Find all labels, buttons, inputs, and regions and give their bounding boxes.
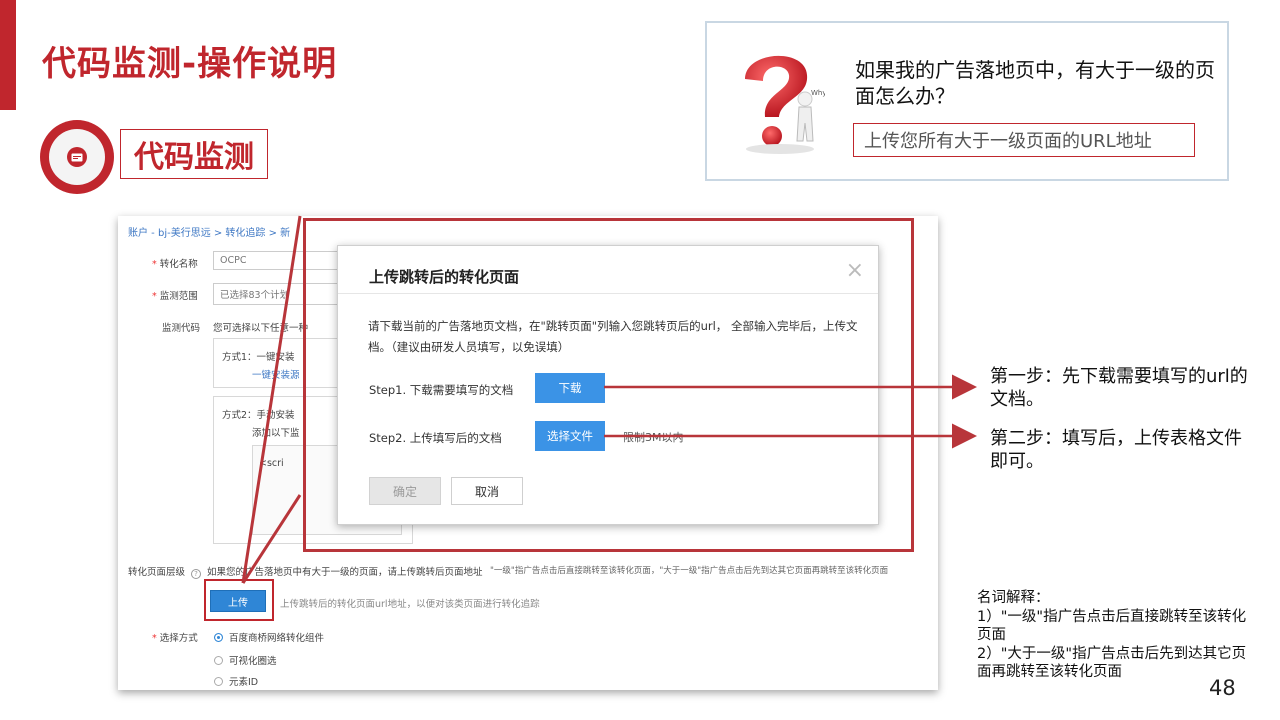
confirm-button[interactable]: 确定 bbox=[369, 477, 441, 505]
upload-dialog: 上传跳转后的转化页面 × 请下载当前的广告落地页文档，在"跳转页面"列输入您跳转… bbox=[337, 245, 879, 525]
page-level-row: 转化页面层级? 如果您的广告落地页中有大于一级的页面，请上传跳转后页面地址 bbox=[128, 564, 483, 579]
radio-option-1[interactable]: 百度商桥网络转化组件 bbox=[214, 630, 324, 644]
step1-label: Step1. 下载需要填写的文档 bbox=[369, 383, 514, 397]
upload-button[interactable]: 上传 bbox=[210, 590, 266, 612]
question-mark-figure-icon: Why? bbox=[745, 55, 825, 154]
code-icon bbox=[67, 147, 87, 167]
monitor-code-label: 监测代码 bbox=[162, 323, 201, 334]
download-button[interactable]: 下载 bbox=[535, 373, 605, 403]
dialog-description: 请下载当前的广告落地页文档，在"跳转页面"列输入您跳转页后的url， 全部输入完… bbox=[368, 319, 858, 354]
conversion-name-label: * 转化名称 bbox=[152, 259, 198, 270]
section-label: 代码监测 bbox=[120, 129, 268, 179]
monitor-code-hint: 您可选择以下任意一种 bbox=[213, 323, 309, 334]
close-icon[interactable]: × bbox=[846, 258, 864, 283]
dialog-divider bbox=[338, 293, 878, 294]
help-icon[interactable]: ? bbox=[191, 569, 202, 579]
breadcrumb[interactable]: 账户 - bj-美行思远 > 转化追踪 > 新 bbox=[128, 224, 290, 239]
why-text: Why? bbox=[811, 89, 825, 97]
faq-question: 如果我的广告落地页中，有大于一级的页面怎么办？ bbox=[855, 58, 1215, 108]
glossary: 名词解释： 1）"一级"指广告点击后直接跳转至该转化页面 2）"大于一级"指广告… bbox=[977, 589, 1257, 682]
step2-label: Step2. 上传填写后的文档 bbox=[369, 431, 502, 445]
code-snippet: <scri bbox=[259, 458, 284, 469]
faq-callout: Why? 如果我的广告落地页中，有大于一级的页面怎么办？ 上传您所有大于一级页面… bbox=[705, 21, 1229, 181]
section-icon-badge bbox=[40, 120, 114, 194]
slide-title: 代码监测-操作说明 bbox=[42, 44, 338, 84]
radio-icon[interactable] bbox=[214, 677, 223, 686]
page-level-text: 如果您的广告落地页中有大于一级的页面，请上传跳转后页面地址 bbox=[207, 567, 483, 578]
glossary-item-1: 1）"一级"指广告点击后直接跳转至该转化页面 bbox=[977, 608, 1247, 644]
select-mode-label: * 选择方式 bbox=[152, 633, 198, 644]
upload-hint: 上传跳转后的转化页面url地址，以便对该类页面进行转化追踪 bbox=[280, 599, 540, 610]
page-number: 48 bbox=[1209, 676, 1236, 700]
page-level-label: 转化页面层级 bbox=[128, 567, 186, 578]
faq-answer: 上传您所有大于一级页面的URL地址 bbox=[853, 123, 1195, 157]
method2-hint: 添加以下监 bbox=[252, 428, 300, 439]
monitor-range-label: * 监测范围 bbox=[152, 291, 198, 302]
choose-file-button[interactable]: 选择文件 bbox=[535, 421, 605, 451]
method1-link[interactable]: 一键安装源 bbox=[252, 367, 300, 381]
radio-selected-icon[interactable] bbox=[214, 633, 223, 642]
file-size-limit: 限制3M以内 bbox=[623, 431, 684, 444]
glossary-title: 名词解释： bbox=[977, 590, 1050, 606]
page-level-note: "一级"指广告点击后直接跳转至该转化页面，"大于一级"指广告点击后先到达其它页面… bbox=[490, 566, 889, 576]
method2-title: 方式2：手动安装 bbox=[222, 410, 295, 421]
slide: 代码监测-操作说明 代码监测 Why? 如果我的广告落地页中，有大于一级的页面怎… bbox=[0, 0, 1280, 720]
step2-annotation: 第二步：填写后，上传表格文件即可。 bbox=[990, 428, 1242, 472]
radio-icon[interactable] bbox=[214, 656, 223, 665]
radio-option-2[interactable]: 可视化圈选 bbox=[214, 653, 277, 667]
dialog-title: 上传跳转后的转化页面 bbox=[369, 268, 520, 286]
radio-option-3[interactable]: 元素ID bbox=[214, 674, 258, 688]
step1-annotation: 第一步：先下载需要填写的url的文档。 bbox=[990, 366, 1248, 410]
method1-title: 方式1：一键安装 bbox=[222, 352, 295, 363]
cancel-button[interactable]: 取消 bbox=[451, 477, 523, 505]
accent-bar bbox=[0, 0, 16, 110]
